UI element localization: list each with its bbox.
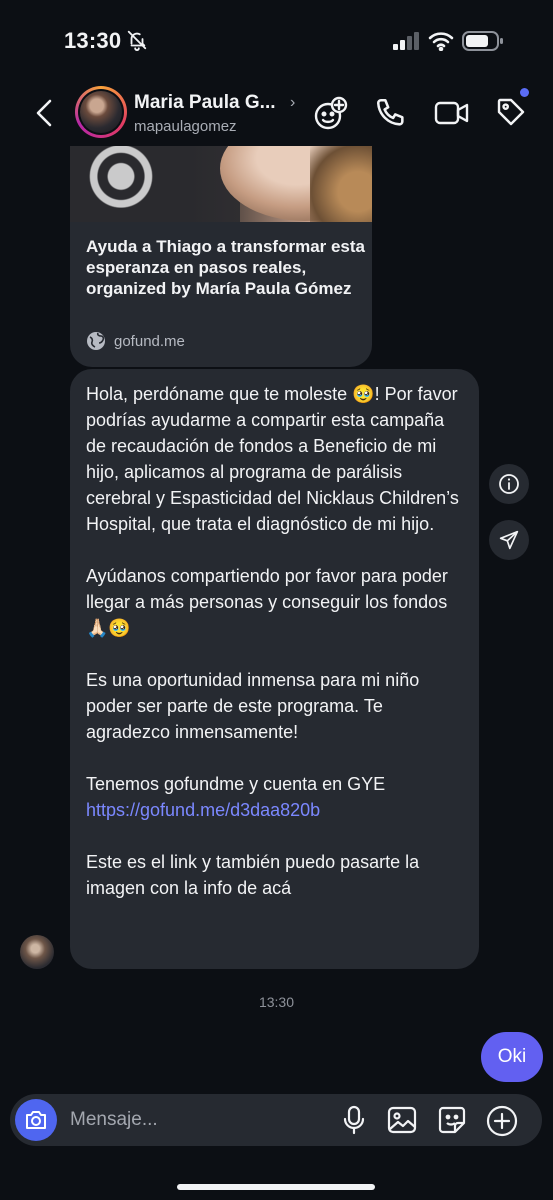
card-domain: gofund.me (114, 332, 185, 350)
status-bar: 13:30 (0, 0, 553, 80)
info-icon (499, 474, 519, 494)
card-title: Ayuda a Thiago a transformar esta espera… (86, 237, 366, 298)
sticker-icon[interactable] (437, 1105, 467, 1135)
sender-avatar[interactable] (20, 935, 54, 969)
share-button[interactable] (489, 520, 529, 560)
notification-dot (520, 88, 529, 97)
sent-message-text: Oki (497, 1046, 527, 1067)
message-timestamp: 13:30 (258, 994, 295, 1010)
signal-icon (393, 32, 419, 50)
chevron-right-icon: › (290, 94, 296, 111)
back-chevron-icon[interactable] (32, 98, 58, 128)
message-composer (10, 1094, 542, 1146)
message-paragraph: Es una oportunidad inmensa para mi niño … (86, 670, 420, 742)
message-paragraph: Ayúdanos compartiendo por favor para pod… (86, 566, 448, 638)
microphone-icon[interactable] (342, 1105, 366, 1135)
message-bubble[interactable]: Hola, perdóname que te moleste 🥹! Por fa… (70, 369, 479, 969)
battery-icon (462, 31, 503, 51)
gallery-icon[interactable] (387, 1105, 417, 1135)
tag-icon[interactable] (495, 96, 527, 128)
sent-message-bubble[interactable]: Oki (481, 1032, 543, 1082)
camera-button[interactable] (15, 1099, 57, 1141)
status-time: 13:30 (64, 28, 122, 53)
wifi-icon (428, 32, 454, 51)
globe-icon (87, 332, 105, 350)
camera-icon (26, 1111, 46, 1129)
card-domain-row: gofund.me (86, 331, 185, 351)
message-paragraph: Hola, perdóname que te moleste 🥹! Por fa… (86, 384, 459, 534)
add-people-icon[interactable] (312, 96, 348, 132)
plus-icon[interactable] (486, 1105, 518, 1137)
shared-link-card[interactable]: Ayuda a Thiago a transformar esta espera… (70, 146, 372, 367)
message-paragraph: Tenemos gofundme y cuenta en GYE https:/… (86, 771, 463, 823)
chat-header: Maria Paula G... › mapaulagomez (0, 80, 553, 146)
contact-name[interactable]: Maria Paula G... (134, 92, 276, 114)
message-paragraph: Este es el link y también puedo pasarte … (86, 852, 420, 898)
send-icon (499, 530, 519, 550)
message-input[interactable] (70, 1107, 270, 1133)
bell-slash-icon (127, 30, 147, 51)
video-icon[interactable] (434, 96, 470, 130)
message-text: Tenemos gofundme y cuenta en GYE (86, 774, 386, 794)
contact-username[interactable]: mapaulagomez (134, 118, 237, 135)
home-indicator[interactable] (177, 1184, 375, 1190)
message-link[interactable]: https://gofund.me/d3daa820b (86, 797, 463, 823)
contact-avatar[interactable] (75, 86, 127, 138)
phone-icon[interactable] (374, 96, 408, 130)
card-image (70, 146, 372, 222)
info-button[interactable] (489, 464, 529, 504)
